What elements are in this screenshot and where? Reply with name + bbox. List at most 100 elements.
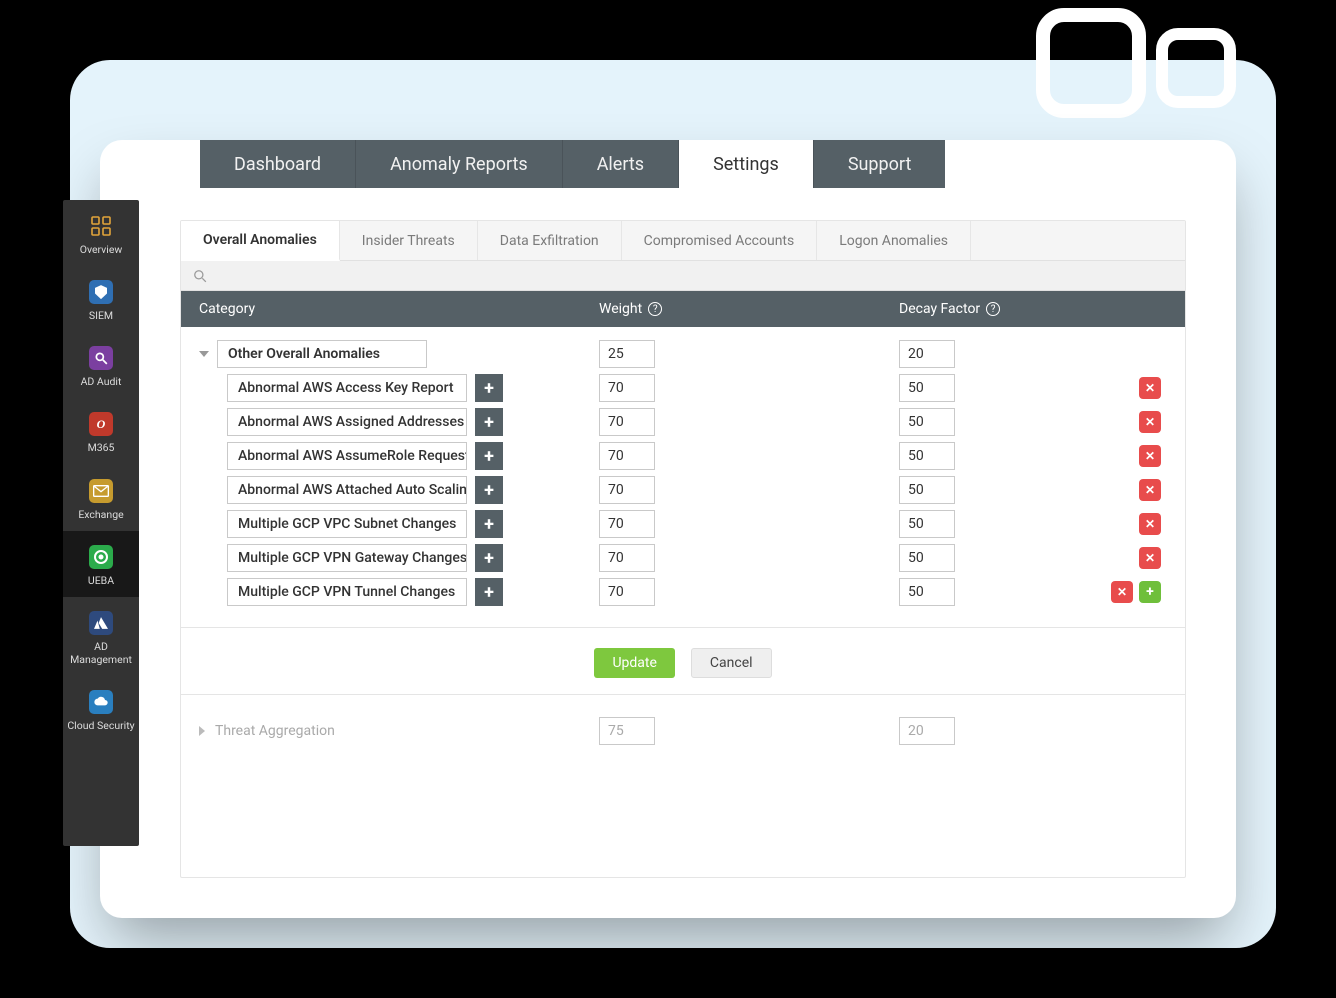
office-icon: O (89, 412, 113, 436)
grid-icon (89, 214, 113, 238)
tab-alerts[interactable]: Alerts (563, 140, 679, 188)
grid-header: Category Weight? Decay Factor? (181, 291, 1185, 327)
anomaly-weight-input[interactable]: 70 (599, 374, 655, 402)
anomaly-weight-input[interactable]: 70 (599, 408, 655, 436)
top-tabs: Dashboard Anomaly Reports Alerts Setting… (200, 140, 945, 188)
sidebar-item-label: M365 (88, 441, 115, 454)
subtab-label: Overall Anomalies (203, 232, 317, 248)
anomaly-decay-input[interactable]: 50 (899, 442, 955, 470)
sidebar-item-label: AD Audit (81, 375, 122, 388)
remove-button[interactable]: ✕ (1139, 513, 1161, 535)
expand-button[interactable]: + (475, 510, 503, 538)
shield-icon (89, 280, 113, 304)
help-icon[interactable]: ? (986, 302, 1000, 316)
tab-anomaly-reports[interactable]: Anomaly Reports (356, 140, 563, 188)
anomaly-row: Multiple GCP VPN Gateway Changes +70 50 ✕ (199, 541, 1167, 575)
anomaly-name-input[interactable]: Abnormal AWS Access Key Report (227, 374, 467, 402)
anomaly-row: Abnormal AWS Attached Auto Scaling +70 50 ✕ (199, 473, 1167, 507)
search-icon (193, 269, 207, 283)
remove-button[interactable]: ✕ (1139, 479, 1161, 501)
azure-icon (89, 611, 113, 635)
expand-button[interactable]: + (475, 374, 503, 402)
grid-body: Other Overall Anomalies 25 20 Abnormal A… (181, 327, 1185, 753)
main-app-card: Dashboard Anomaly Reports Alerts Setting… (100, 140, 1236, 918)
cancel-button[interactable]: Cancel (691, 648, 772, 678)
anomaly-name-input[interactable]: Multiple GCP VPC Subnet Changes (227, 510, 467, 538)
anomaly-decay-input[interactable]: 50 (899, 578, 955, 606)
anomaly-row: Multiple GCP VPN Tunnel Changes +70 50 ✕ + (199, 575, 1167, 609)
expand-button[interactable]: + (475, 476, 503, 504)
anomaly-weight-input[interactable]: 70 (599, 578, 655, 606)
left-nav-rail: Overview SIEM AD Audit O M365 Exchange U… (63, 200, 139, 846)
anomaly-name-input[interactable]: Multiple GCP VPN Gateway Changes (227, 544, 467, 572)
expand-toggle-icon[interactable] (199, 726, 205, 736)
subtab-data-exfiltration[interactable]: Data Exfiltration (478, 221, 622, 260)
col-category-label: Category (199, 301, 599, 317)
divider (181, 627, 1185, 628)
remove-button[interactable]: ✕ (1139, 547, 1161, 569)
search-row[interactable] (181, 261, 1185, 291)
sidebar-item-ueba[interactable]: UEBA (63, 531, 139, 597)
anomaly-decay-input[interactable]: 50 (899, 374, 955, 402)
anomaly-weight-input[interactable]: 70 (599, 476, 655, 504)
sidebar-item-label: Cloud Security (67, 719, 134, 732)
sidebar-item-ad-audit[interactable]: AD Audit (63, 332, 139, 398)
anomaly-weight-input[interactable]: 70 (599, 442, 655, 470)
tab-label: Support (848, 154, 912, 175)
subtab-label: Logon Anomalies (839, 233, 948, 249)
update-button[interactable]: Update (594, 648, 674, 678)
anomaly-name-input[interactable]: Abnormal AWS AssumeRole Requests (227, 442, 467, 470)
expand-button[interactable]: + (475, 544, 503, 572)
anomaly-name-input[interactable]: Multiple GCP VPN Tunnel Changes (227, 578, 467, 606)
tab-label: Dashboard (234, 154, 321, 175)
remove-button[interactable]: ✕ (1139, 445, 1161, 467)
group-weight-input[interactable]: 25 (599, 340, 655, 368)
tab-label: Anomaly Reports (390, 154, 528, 175)
settings-panel: Overall Anomalies Insider Threats Data E… (180, 220, 1186, 878)
expand-button[interactable]: + (475, 442, 503, 470)
anomaly-name-input[interactable]: Abnormal AWS Attached Auto Scaling (227, 476, 467, 504)
subtab-compromised-accounts[interactable]: Compromised Accounts (622, 221, 818, 260)
subtab-insider-threats[interactable]: Insider Threats (340, 221, 478, 260)
help-icon[interactable]: ? (648, 302, 662, 316)
anomaly-row: Abnormal AWS Access Key Report +70 50 ✕ (199, 371, 1167, 405)
subtab-overall-anomalies[interactable]: Overall Anomalies (181, 221, 340, 261)
anomaly-name-input[interactable]: Abnormal AWS Assigned Addresses (227, 408, 467, 436)
anomaly-row: Abnormal AWS Assigned Addresses +70 50 ✕ (199, 405, 1167, 439)
subtab-logon-anomalies[interactable]: Logon Anomalies (817, 221, 971, 260)
anomaly-decay-input[interactable]: 50 (899, 544, 955, 572)
tab-settings[interactable]: Settings (679, 140, 814, 188)
sidebar-item-overview[interactable]: Overview (63, 200, 139, 266)
col-decay-label: Decay Factor (899, 301, 980, 317)
collapse-toggle-icon[interactable] (199, 351, 209, 357)
sidebar-item-label: SIEM (89, 309, 113, 322)
add-button[interactable]: + (1139, 581, 1161, 603)
remove-button[interactable]: ✕ (1139, 411, 1161, 433)
sidebar-item-siem[interactable]: SIEM (63, 266, 139, 332)
anomaly-weight-input[interactable]: 70 (599, 544, 655, 572)
anomaly-row: Abnormal AWS AssumeRole Requests +70 50 ✕ (199, 439, 1167, 473)
anomaly-weight-input[interactable]: 70 (599, 510, 655, 538)
group-decay-input[interactable]: 20 (899, 340, 955, 368)
decorative-square-icon (1156, 28, 1236, 108)
sidebar-item-cloud-security[interactable]: Cloud Security (63, 676, 139, 742)
sidebar-item-m365[interactable]: O M365 (63, 398, 139, 464)
target-icon (89, 545, 113, 569)
anomaly-row: Multiple GCP VPC Subnet Changes +70 50 ✕ (199, 507, 1167, 541)
sidebar-item-ad-management[interactable]: AD Management (63, 597, 139, 676)
tab-dashboard[interactable]: Dashboard (200, 140, 356, 188)
sub-tabs: Overall Anomalies Insider Threats Data E… (181, 221, 1185, 261)
anomaly-decay-input[interactable]: 50 (899, 510, 955, 538)
group-name-input[interactable]: Other Overall Anomalies (217, 340, 427, 368)
sidebar-item-label: Overview (80, 243, 123, 256)
anomaly-decay-input[interactable]: 50 (899, 408, 955, 436)
tab-support[interactable]: Support (814, 140, 946, 188)
expand-button[interactable]: + (475, 578, 503, 606)
anomaly-decay-input[interactable]: 50 (899, 476, 955, 504)
remove-button[interactable]: ✕ (1139, 377, 1161, 399)
remove-button[interactable]: ✕ (1111, 581, 1133, 603)
tab-label: Alerts (597, 154, 644, 175)
sidebar-item-exchange[interactable]: Exchange (63, 465, 139, 531)
expand-button[interactable]: + (475, 408, 503, 436)
magnifier-icon (89, 346, 113, 370)
